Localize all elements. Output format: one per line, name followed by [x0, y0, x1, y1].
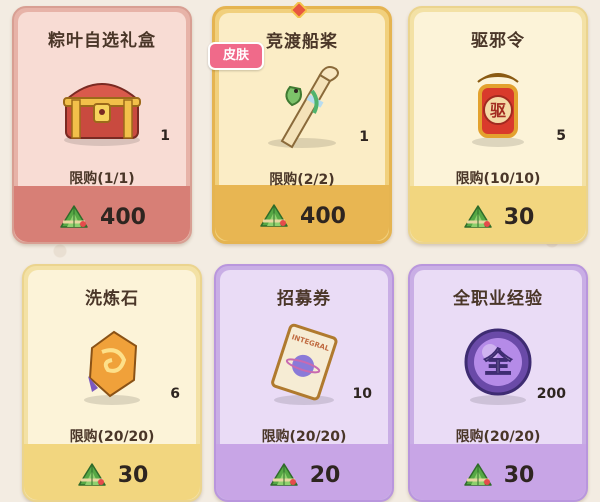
diamond-gem-icon — [291, 2, 307, 18]
paddle-icon — [268, 66, 339, 149]
item-quantity: 1 — [359, 129, 369, 145]
purchase-limit: 限购(20/20) — [69, 429, 155, 445]
price-tag: 400 — [215, 202, 389, 230]
zongzi-icon — [258, 202, 290, 230]
purchase-limit: 限购(20/20) — [455, 429, 541, 445]
zongzi-icon — [58, 203, 90, 231]
item-name: 招募券 — [277, 289, 331, 309]
zongzi-icon — [462, 461, 494, 489]
recruit-ticket-icon: INTEGRAL — [271, 323, 338, 405]
skin-badge: 皮肤 — [208, 42, 264, 70]
item-quantity: 6 — [170, 386, 180, 402]
item-name: 驱邪令 — [471, 31, 525, 51]
item-quantity: 200 — [536, 386, 566, 402]
shop-item-exorcism-token[interactable]: 驱邪令 驱 5 限购(10/10) 30 — [408, 6, 588, 244]
shop-item-recruit-ticket[interactable]: 招募券 INTEGRAL 10 限购(20/20) 20 — [214, 264, 394, 502]
price-tag: 20 — [216, 461, 392, 489]
token-glyph: 驱 — [490, 101, 506, 120]
shop-item-all-class-exp[interactable]: 全职业经验 全 200 限购(20/20) 30 — [408, 264, 588, 502]
item-name: 洗炼石 — [85, 289, 139, 309]
purchase-limit: 限购(10/10) — [455, 171, 541, 187]
price-value: 400 — [300, 203, 346, 229]
zongzi-icon — [76, 461, 108, 489]
zongzi-icon — [268, 461, 300, 489]
refining-stone-icon — [84, 330, 140, 405]
orb-glyph: 全 — [483, 346, 513, 379]
price-tag: 30 — [24, 461, 200, 489]
price-value: 30 — [117, 462, 149, 488]
price-tag: 30 — [410, 203, 586, 231]
item-quantity: 10 — [352, 386, 372, 402]
item-name: 全职业经验 — [453, 289, 543, 309]
price-value: 20 — [309, 462, 341, 488]
shop-item-zongye-giftbox[interactable]: 粽叶自选礼盒 1 限购(1/1) 400 — [12, 6, 192, 244]
item-name: 粽叶自选礼盒 — [48, 31, 156, 51]
treasure-chest-icon — [63, 83, 141, 146]
zongzi-icon — [462, 203, 494, 231]
price-value: 30 — [503, 204, 535, 230]
price-value: 30 — [503, 462, 535, 488]
item-quantity: 1 — [160, 128, 170, 144]
purchase-limit: 限购(2/2) — [269, 172, 335, 188]
price-tag: 400 — [14, 203, 190, 231]
purchase-limit: 限购(20/20) — [261, 429, 347, 445]
item-quantity: 5 — [556, 128, 566, 144]
dragon-token-icon: 驱 — [472, 73, 524, 147]
shop-item-refining-stone[interactable]: 洗炼石 6 限购(20/20) 30 — [22, 264, 202, 502]
price-value: 400 — [100, 204, 146, 230]
price-tag: 30 — [410, 461, 586, 489]
experience-orb-icon: 全 — [464, 328, 532, 405]
purchase-limit: 限购(1/1) — [69, 171, 135, 187]
